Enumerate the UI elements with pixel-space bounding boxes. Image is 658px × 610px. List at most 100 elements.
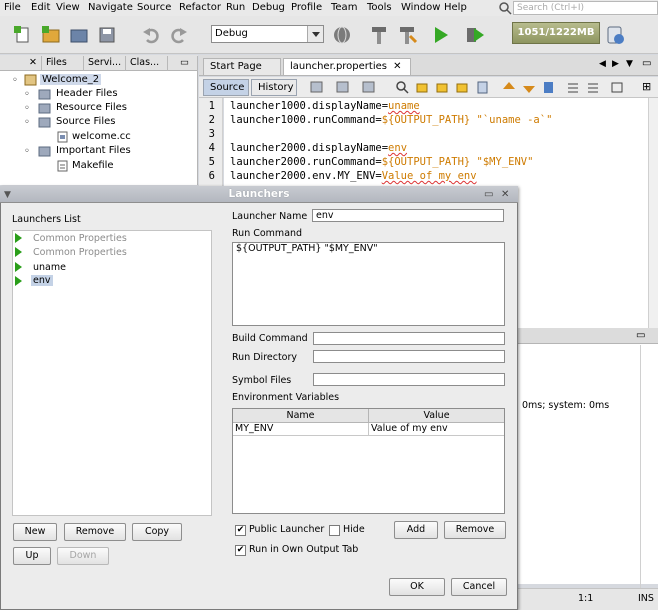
launcher-name-input[interactable]: env — [312, 209, 504, 222]
tree-expand-icon[interactable]: ◦ — [24, 89, 30, 100]
highlight-icon[interactable] — [455, 80, 471, 95]
tab-list-icon[interactable]: ▼ — [626, 59, 633, 69]
tab-scroll-right-icon[interactable]: ▶ — [612, 59, 619, 69]
table-cell-value[interactable]: Value of my env — [369, 423, 504, 436]
open-project-icon[interactable] — [68, 24, 90, 46]
back-icon[interactable] — [335, 80, 351, 95]
tree-collapse-icon[interactable]: ◦ — [24, 146, 30, 157]
tab-services[interactable]: Servi... — [84, 56, 126, 71]
chevron-down-icon[interactable] — [307, 26, 323, 42]
find-next-icon[interactable] — [435, 80, 451, 95]
redo-icon[interactable] — [168, 24, 190, 46]
tree-item-project[interactable]: Welcome_2 — [40, 74, 102, 85]
find-icon[interactable] — [395, 80, 411, 95]
projects-close-icon[interactable]: ✕ — [0, 56, 42, 71]
remove-launcher-button[interactable]: Remove — [64, 523, 126, 541]
tree-item-source-files[interactable]: Source Files — [56, 116, 115, 127]
tree-item-header-files[interactable]: Header Files — [56, 88, 118, 99]
copy-launcher-button[interactable]: Copy — [132, 523, 182, 541]
search-input[interactable]: Search (Ctrl+I) — [513, 1, 658, 15]
public-launcher-checkbox[interactable]: ✔ — [235, 525, 246, 536]
cancel-button[interactable]: Cancel — [451, 578, 507, 596]
table-cell-name[interactable]: MY_ENV — [233, 423, 369, 436]
new-file-icon[interactable] — [12, 24, 34, 46]
tab-scroll-left-icon[interactable]: ◀ — [599, 59, 606, 69]
history-tab[interactable]: History — [251, 79, 297, 96]
window-menu-icon[interactable]: ▼ — [4, 187, 11, 203]
menu-refactor[interactable]: Refactor — [179, 2, 221, 13]
close-icon[interactable]: ✕ — [393, 61, 401, 72]
minimize-icon[interactable]: ▭ — [168, 56, 198, 71]
environment-variables-table[interactable]: Name Value MY_ENV Value of my env — [232, 408, 505, 514]
save-all-icon[interactable] — [96, 24, 118, 46]
maximize-icon[interactable]: ▭ — [484, 187, 493, 203]
debug-icon[interactable] — [464, 24, 486, 46]
menu-run[interactable]: Run — [226, 2, 245, 13]
tree-item-important-files[interactable]: Important Files — [56, 145, 131, 156]
forward-icon[interactable] — [361, 80, 377, 95]
garbage-collect-icon[interactable] — [604, 24, 626, 46]
find-previous-icon[interactable] — [415, 80, 431, 95]
menu-debug[interactable]: Debug — [252, 2, 285, 13]
build-command-input[interactable] — [313, 332, 505, 345]
shift-right-icon[interactable] — [585, 80, 601, 95]
menu-window[interactable]: Window — [401, 2, 440, 13]
run-icon[interactable] — [430, 24, 452, 46]
add-env-var-button[interactable]: Add — [394, 521, 438, 539]
symbol-files-input[interactable] — [313, 373, 505, 386]
tab-launcher-properties[interactable]: launcher.properties ✕ — [283, 58, 411, 75]
menu-team[interactable]: Team — [331, 2, 357, 13]
menu-tools[interactable]: Tools — [367, 2, 392, 13]
menu-navigate[interactable]: Navigate — [88, 2, 133, 13]
tab-classes[interactable]: Clas... — [126, 56, 168, 71]
column-header-name[interactable]: Name — [233, 409, 369, 423]
run-command-textarea[interactable]: ${OUTPUT_PATH} "$MY_ENV" — [232, 242, 505, 326]
menu-help[interactable]: Help — [444, 2, 467, 13]
column-header-value[interactable]: Value — [369, 409, 504, 423]
add-split-icon[interactable]: ⊞ — [642, 80, 651, 93]
tree-collapse-icon[interactable]: ◦ — [24, 117, 30, 128]
tree-item-makefile[interactable]: Makefile — [72, 160, 114, 171]
next-bookmark-icon[interactable] — [521, 80, 537, 95]
tree-item-resource-files[interactable]: Resource Files — [56, 102, 127, 113]
undo-icon[interactable] — [140, 24, 162, 46]
maximize-icon[interactable]: ▭ — [642, 58, 651, 69]
editor-scrollbar[interactable] — [648, 98, 658, 328]
last-edit-icon[interactable] — [309, 80, 325, 95]
build-hammer-icon[interactable] — [368, 24, 390, 46]
globe-icon[interactable] — [332, 24, 354, 46]
tree-item-welcome-cc[interactable]: welcome.cc — [72, 131, 131, 142]
bookmark-icon[interactable] — [541, 80, 557, 95]
toggle-bookmark-icon[interactable] — [475, 80, 491, 95]
hide-checkbox[interactable] — [329, 525, 340, 536]
source-tab[interactable]: Source — [203, 79, 249, 96]
ok-button[interactable]: OK — [389, 578, 445, 596]
close-icon[interactable]: ✕ — [501, 187, 509, 203]
menu-source[interactable]: Source — [137, 2, 171, 13]
menu-profile[interactable]: Profile — [291, 2, 322, 13]
toggle-comment-icon[interactable] — [609, 80, 625, 95]
clean-build-icon[interactable] — [396, 24, 418, 46]
minimize-icon[interactable]: ▭ — [636, 330, 645, 341]
shift-left-icon[interactable] — [565, 80, 581, 95]
memory-indicator[interactable]: 1051/1222MB — [512, 22, 600, 44]
previous-bookmark-icon[interactable] — [501, 80, 517, 95]
tree-expand-icon[interactable]: ◦ — [24, 103, 30, 114]
menu-file[interactable]: File — [4, 2, 21, 13]
tab-files[interactable]: Files — [42, 56, 84, 71]
list-item-uname[interactable]: uname — [33, 262, 66, 273]
list-item-env[interactable]: env — [31, 275, 53, 286]
run-in-output-tab-checkbox[interactable]: ✔ — [235, 545, 246, 556]
list-item-common-properties[interactable]: Common Properties — [33, 233, 127, 244]
tree-expand-icon[interactable]: ◦ — [12, 75, 18, 86]
move-down-button[interactable]: Down — [57, 547, 109, 565]
new-launcher-button[interactable]: New — [13, 523, 57, 541]
run-directory-input[interactable] — [313, 350, 505, 363]
move-up-button[interactable]: Up — [13, 547, 51, 565]
remove-env-var-button[interactable]: Remove — [444, 521, 506, 539]
menu-edit[interactable]: Edit — [31, 2, 50, 13]
new-project-icon[interactable] — [40, 24, 62, 46]
tab-start-page[interactable]: Start Page — [203, 58, 281, 75]
list-item-common-properties[interactable]: Common Properties — [33, 247, 127, 258]
search-icon[interactable] — [498, 1, 512, 15]
